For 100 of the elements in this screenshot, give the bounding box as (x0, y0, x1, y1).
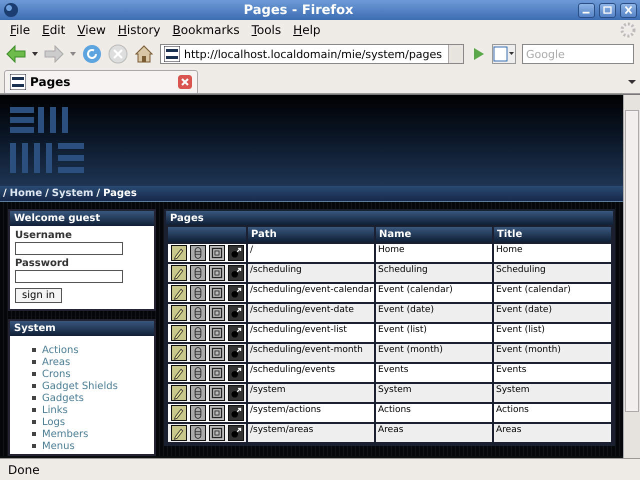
arrow-icon[interactable] (228, 305, 244, 321)
pencil-icon[interactable] (171, 265, 187, 281)
pencil-icon[interactable] (171, 305, 187, 321)
table-cell: Event (calendar) (493, 283, 612, 303)
minimize-icon[interactable] (578, 2, 595, 18)
window-icon[interactable] (209, 245, 225, 261)
nav-link[interactable]: Menus (42, 440, 75, 452)
window-icon[interactable] (209, 305, 225, 321)
home-icon[interactable] (134, 44, 154, 64)
pencil-icon[interactable] (171, 245, 187, 261)
arrow-icon[interactable] (228, 245, 244, 261)
menu-item[interactable]: Bookmarks (166, 23, 246, 37)
menu-item[interactable]: Help (287, 23, 327, 37)
search-field[interactable]: Google (522, 44, 634, 64)
menu-item[interactable]: View (71, 23, 112, 37)
window-icon[interactable] (209, 425, 225, 441)
capsule-icon[interactable] (190, 325, 206, 341)
capsule-icon[interactable] (190, 345, 206, 361)
sign-in-button[interactable]: sign in (15, 288, 62, 303)
breadcrumb-separator: / (3, 188, 7, 199)
browser-tab[interactable]: Pages (4, 70, 198, 93)
pencil-icon[interactable] (171, 325, 187, 341)
window-icon[interactable] (209, 265, 225, 281)
caret-icon[interactable] (32, 52, 38, 56)
reload-icon[interactable] (82, 44, 102, 64)
nav-link[interactable]: Links (42, 404, 68, 416)
bullet-icon (32, 420, 36, 424)
window-icon[interactable] (209, 345, 225, 361)
arrow-icon[interactable] (228, 405, 244, 421)
maximize-icon[interactable] (599, 2, 616, 18)
username-field[interactable] (15, 242, 123, 255)
nav-link[interactable]: Gadget Shields (42, 380, 118, 392)
bullet-icon (32, 444, 36, 448)
capsule-icon[interactable] (190, 265, 206, 281)
arrow-icon[interactable] (228, 345, 244, 361)
close-icon[interactable] (620, 2, 637, 18)
pencil-icon[interactable] (171, 345, 187, 361)
column-header: Name (375, 226, 493, 243)
arrow-icon[interactable] (228, 325, 244, 341)
pencil-icon[interactable] (171, 425, 187, 441)
pencil-icon[interactable] (171, 285, 187, 301)
bullet-icon (32, 360, 36, 364)
window-icon[interactable] (209, 325, 225, 341)
pencil-icon[interactable] (171, 365, 187, 381)
breadcrumb-link[interactable]: Home (10, 188, 42, 199)
table-cell: Event (month) (375, 343, 493, 363)
table-cell: /scheduling (247, 263, 375, 283)
nav-link[interactable]: Crons (42, 368, 71, 380)
panel-header: Welcome guest (10, 211, 154, 226)
nav-link[interactable]: Logs (42, 416, 66, 428)
capsule-icon[interactable] (190, 425, 206, 441)
window-icon[interactable] (209, 365, 225, 381)
capsule-icon[interactable] (190, 365, 206, 381)
table-cell: /scheduling/event-calendar (247, 283, 375, 303)
nav-link[interactable]: Gadgets (42, 392, 84, 404)
pencil-icon[interactable] (171, 385, 187, 401)
nav-link[interactable]: Actions (42, 344, 79, 356)
menu-item[interactable]: History (112, 23, 167, 37)
search-engine-icon[interactable] (492, 44, 516, 64)
table-cell: /scheduling/event-month (247, 343, 375, 363)
table-cell: Scheduling (493, 263, 612, 283)
table-cell: /system/areas (247, 423, 375, 443)
table-cell: Event (date) (493, 303, 612, 323)
back-arrow-icon[interactable] (6, 45, 26, 63)
arrow-icon[interactable] (228, 265, 244, 281)
arrow-icon[interactable] (228, 365, 244, 381)
password-field[interactable] (15, 270, 123, 283)
table-cell: System (375, 383, 493, 403)
menu-item[interactable]: File (4, 23, 36, 37)
capsule-icon[interactable] (190, 405, 206, 421)
table-cell: Events (493, 363, 612, 383)
pencil-icon[interactable] (171, 405, 187, 421)
breadcrumb-separator: / (96, 188, 100, 199)
window-icon[interactable] (209, 385, 225, 401)
capsule-icon[interactable] (190, 285, 206, 301)
arrow-icon[interactable] (228, 285, 244, 301)
table-cell: Areas (375, 423, 493, 443)
nav-link[interactable]: Areas (42, 356, 70, 368)
capsule-icon[interactable] (190, 245, 206, 261)
arrow-icon[interactable] (228, 385, 244, 401)
window-icon[interactable] (209, 285, 225, 301)
bullet-icon (32, 396, 36, 400)
arrow-icon[interactable] (228, 425, 244, 441)
address-field[interactable]: http://localhost.localdomain/mie/system/pages (160, 44, 464, 64)
table-cell: /scheduling/events (247, 363, 375, 383)
menu-item[interactable]: Edit (36, 23, 72, 37)
table-cell: /scheduling/event-list (247, 323, 375, 343)
close-tab-icon[interactable] (178, 75, 192, 89)
capsule-icon[interactable] (190, 305, 206, 321)
bullet-icon (32, 372, 36, 376)
table-cell: /system/actions (247, 403, 375, 423)
table-cell: Event (calendar) (375, 283, 493, 303)
capsule-icon[interactable] (190, 385, 206, 401)
menu-item[interactable]: Tools (246, 23, 288, 37)
table-cell: /scheduling/event-date (247, 303, 375, 323)
nav-link[interactable]: Members (42, 428, 88, 440)
breadcrumb-link[interactable]: System (52, 188, 94, 199)
window-icon[interactable] (209, 405, 225, 421)
site-logo-icon (10, 74, 26, 90)
scrollbar[interactable] (623, 95, 640, 458)
